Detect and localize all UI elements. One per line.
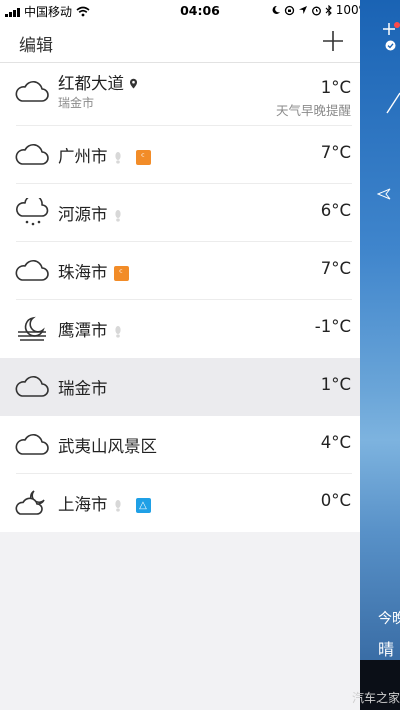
check-circle-icon bbox=[385, 40, 396, 51]
city-name: 武夷山风景区 bbox=[58, 433, 157, 457]
notification-dot bbox=[394, 22, 400, 28]
cloud-icon bbox=[14, 256, 50, 286]
city-row[interactable]: 上海市 △ 0°C bbox=[0, 474, 360, 532]
cloud-rain-icon bbox=[14, 194, 50, 228]
city-temperature: 7°C bbox=[320, 143, 351, 162]
city-name: 广州市 ᶜ bbox=[58, 143, 151, 167]
city-row[interactable]: 河源市 6°C bbox=[0, 184, 360, 242]
status-bar: 中国移动 04:06 100% bbox=[0, 0, 400, 22]
tonight-label: 今晚 bbox=[378, 611, 400, 627]
location-pin-icon bbox=[124, 74, 138, 93]
edit-button[interactable]: 编辑 bbox=[19, 31, 53, 56]
city-name: 红都大道 bbox=[58, 70, 138, 94]
weather-reminder-note[interactable]: 天气早晚提醒 bbox=[276, 100, 351, 119]
moon-icon bbox=[272, 5, 280, 14]
city-temperature: 7°C bbox=[320, 259, 351, 278]
rotation-lock-icon bbox=[284, 5, 294, 15]
city-temperature: 6°C bbox=[320, 201, 351, 220]
city-row[interactable]: 广州市 ᶜ 7°C bbox=[0, 126, 360, 184]
weather-detail-peek[interactable]: 今晚 晴 bbox=[360, 0, 400, 710]
cloud-icon bbox=[14, 77, 50, 107]
city-list: 红都大道瑞金市 1°C 天气早晚提醒广州市 ᶜ 7°C 河源市 6°C 珠海市 ᶜ 7°C 鹰潭市 -… bbox=[0, 63, 360, 532]
city-temperature: 4°C bbox=[320, 433, 351, 452]
cloud-icon bbox=[14, 372, 50, 402]
city-name-text: 珠海市 bbox=[58, 263, 108, 282]
city-name-text: 武夷山风景区 bbox=[58, 437, 157, 456]
city-badges bbox=[114, 325, 122, 338]
city-temperature: -1°C bbox=[314, 317, 351, 336]
city-name-text: 鹰潭市 bbox=[58, 321, 108, 340]
plus-icon[interactable] bbox=[320, 28, 346, 54]
alarm-icon bbox=[311, 6, 321, 15]
cloud-moon-icon bbox=[14, 488, 50, 518]
city-manager-panel: 编辑 红都大道瑞金市 1°C 天气早晚提醒广州市 ᶜ 7°C 河源市 6°C 珠海市 ᶜ 7°C 鹰… bbox=[0, 22, 360, 710]
city-temperature: 0°C bbox=[320, 491, 351, 510]
city-row[interactable]: 鹰潭市 -1°C bbox=[0, 300, 360, 358]
city-row[interactable]: 珠海市 ᶜ 7°C bbox=[0, 242, 360, 300]
city-badges: △ bbox=[114, 498, 151, 513]
city-name-text: 广州市 bbox=[58, 147, 108, 166]
city-row[interactable]: 红都大道瑞金市 1°C 天气早晚提醒 bbox=[0, 63, 360, 126]
city-row[interactable]: 武夷山风景区 4°C bbox=[0, 416, 360, 474]
city-temperature: 1°C bbox=[320, 375, 351, 394]
bluetooth-icon bbox=[325, 4, 332, 16]
location-arrow-icon bbox=[298, 6, 307, 14]
cloud-icon bbox=[14, 140, 50, 170]
footprint-icon bbox=[114, 210, 121, 222]
city-subtitle: 瑞金市 bbox=[58, 96, 95, 110]
city-badges: ᶜ bbox=[113, 266, 129, 281]
city-name-text: 河源市 bbox=[58, 205, 108, 224]
city-row[interactable]: 瑞金市 1°C bbox=[0, 358, 360, 416]
footprint-icon bbox=[114, 500, 121, 512]
city-name-text: 红都大道 bbox=[58, 74, 124, 93]
city-badges bbox=[114, 209, 122, 222]
navbar: 编辑 bbox=[0, 22, 360, 63]
footprint-icon bbox=[114, 326, 121, 338]
city-name: 瑞金市 bbox=[58, 375, 108, 399]
city-badges: ᶜ bbox=[114, 150, 151, 165]
footprint-icon bbox=[114, 152, 121, 164]
city-name: 河源市 bbox=[58, 201, 122, 225]
tonight-condition: 晴 bbox=[378, 640, 395, 659]
city-name: 上海市 △ bbox=[58, 491, 151, 515]
wind-direction-icon bbox=[377, 188, 391, 200]
city-name-text: 瑞金市 bbox=[58, 379, 108, 398]
orange-badge-icon: ᶜ bbox=[135, 150, 151, 165]
watermark: 汽车之家 bbox=[352, 691, 400, 705]
city-temperature: 1°C bbox=[320, 78, 351, 97]
fog-moon-icon bbox=[14, 314, 50, 344]
orange-badge-icon: ᶜ bbox=[113, 266, 129, 281]
blue-badge-icon: △ bbox=[135, 498, 151, 513]
decorative-line bbox=[386, 92, 400, 114]
city-name: 珠海市 ᶜ bbox=[58, 259, 129, 283]
city-name: 鹰潭市 bbox=[58, 317, 122, 341]
city-name-text: 上海市 bbox=[58, 495, 108, 514]
cloud-icon bbox=[14, 430, 50, 460]
